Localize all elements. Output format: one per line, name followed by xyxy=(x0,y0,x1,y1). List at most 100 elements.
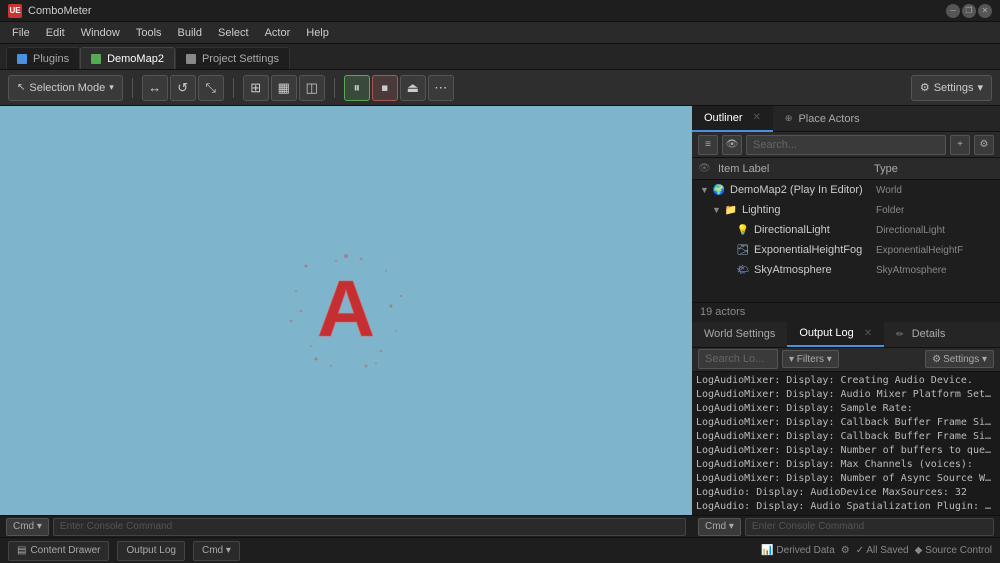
output-log-close-icon[interactable]: ✕ xyxy=(864,328,872,339)
outliner-filter-btn[interactable]: ≡ xyxy=(698,135,718,155)
log-line-2: LogAudioMixer: Display: Sample Rate: xyxy=(696,402,996,416)
menu-edit[interactable]: Edit xyxy=(40,25,71,41)
output-log-tab[interactable]: Output Log ✕ xyxy=(787,321,884,347)
right-panel: Outliner ✕ ⊕ Place Actors ≡ 👁 + ⚙ xyxy=(692,106,1000,537)
compile-icon: ⚙ xyxy=(841,545,850,556)
tree-arrow-1: ▼ xyxy=(712,205,724,215)
right-cmd-btn[interactable]: Cmd ▾ xyxy=(698,518,741,536)
tree-arrow-0: ▼ xyxy=(700,185,712,195)
lighting-type: Folder xyxy=(876,205,996,216)
outliner-eye-btn[interactable]: 👁 xyxy=(722,135,742,155)
derived-data-label: Derived Data xyxy=(776,545,834,556)
source-control-icon: ◆ xyxy=(915,545,923,556)
restore-button[interactable]: ❐ xyxy=(962,4,976,18)
svg-text:A: A xyxy=(317,264,375,353)
outliner-header: Outliner ✕ ⊕ Place Actors xyxy=(692,106,1000,132)
directionallight-icon: 💡 xyxy=(736,223,750,237)
selection-mode-btn[interactable]: ↖ Selection Mode ▾ xyxy=(8,75,123,101)
log-line-5: LogAudioMixer: Display: Number of buffer… xyxy=(696,444,996,458)
tree-item-lighting[interactable]: ▼ 📁 Lighting Folder xyxy=(692,200,1000,220)
tab-plugins[interactable]: Plugins xyxy=(6,47,80,69)
log-settings-btn[interactable]: ⚙ Settings ▾ xyxy=(925,350,994,368)
outliner-tab[interactable]: Outliner ✕ xyxy=(692,106,773,132)
rotate-btn[interactable]: ↺ xyxy=(170,75,196,101)
tree-item-directionallight[interactable]: 💡 DirectionalLight DirectionalLight xyxy=(692,220,1000,240)
gear-icon: ⚙ xyxy=(920,81,930,94)
compile-status: ⚙ xyxy=(841,545,850,556)
more-play-btn[interactable]: ⋯ xyxy=(428,75,454,101)
visibility-col-icon: 👁 xyxy=(698,163,714,174)
tab-demomap[interactable]: DemoMap2 xyxy=(80,47,175,69)
close-button[interactable]: ✕ xyxy=(978,4,992,18)
content-drawer-icon: ▤ xyxy=(17,545,26,556)
tab-project-settings[interactable]: Project Settings xyxy=(175,47,290,69)
snap-btn[interactable]: ⊞ xyxy=(243,75,269,101)
outliner-tab-label: Outliner xyxy=(704,112,743,124)
outliner-search[interactable] xyxy=(746,135,946,155)
menu-window[interactable]: Window xyxy=(75,25,126,41)
menu-help[interactable]: Help xyxy=(300,25,335,41)
pause-btn[interactable]: ⏸ xyxy=(344,75,370,101)
menu-select[interactable]: Select xyxy=(212,25,255,41)
outliner-settings-btn[interactable]: ⚙ xyxy=(974,135,994,155)
log-search[interactable] xyxy=(698,349,778,369)
sky-icon: 🌤 xyxy=(736,263,750,277)
fog-icon: 🌫 xyxy=(736,243,750,257)
tab-plugins-label: Plugins xyxy=(33,53,69,65)
world-type: World xyxy=(876,185,996,196)
world-icon: 🌍 xyxy=(712,183,726,197)
content-drawer-btn[interactable]: ▤ Content Drawer xyxy=(8,541,109,561)
label-col-header: Item Label xyxy=(714,163,874,175)
menu-tools[interactable]: Tools xyxy=(130,25,168,41)
place-actors-icon: ⊕ xyxy=(785,113,793,124)
details-tab[interactable]: ✏ Details xyxy=(884,321,957,347)
log-content: LogAudioMixer: Display: Creating Audio D… xyxy=(692,372,1000,516)
filters-btn[interactable]: ▾ Filters ▾ xyxy=(782,350,839,368)
world-settings-tab[interactable]: World Settings xyxy=(692,321,787,347)
toolbar: ↖ Selection Mode ▾ ↔ ↺ ⤡ ⊞ ▦ ◫ ⏸ ⏹ ⏏ ⋯ ⚙… xyxy=(0,70,1000,106)
demomap-tab-icon xyxy=(91,54,101,64)
place-actors-label: Place Actors xyxy=(798,113,859,125)
outliner-add-btn[interactable]: + xyxy=(950,135,970,155)
output-log-status-btn[interactable]: Output Log xyxy=(117,541,184,561)
tree-item-world[interactable]: ▼ 🌍 DemoMap2 (Play In Editor) World xyxy=(692,180,1000,200)
viewport[interactable]: A A xyxy=(0,106,692,515)
log-line-4: LogAudioMixer: Display: Callback Buffer … xyxy=(696,430,996,444)
console-input[interactable] xyxy=(53,518,686,536)
eject-btn[interactable]: ⏏ xyxy=(400,75,426,101)
right-console-input[interactable] xyxy=(745,518,994,536)
actors-count-label: 19 actors xyxy=(700,306,745,318)
derived-data-status[interactable]: 📊 Derived Data xyxy=(761,545,835,556)
menu-file[interactable]: File xyxy=(6,25,36,41)
selection-mode-label: Selection Mode xyxy=(29,82,105,94)
actors-count: 19 actors xyxy=(692,302,1000,322)
place-actors-tab[interactable]: ⊕ Place Actors xyxy=(773,106,872,132)
grid-btn[interactable]: ▦ xyxy=(271,75,297,101)
tree-item-fog[interactable]: 🌫 ExponentialHeightFog ExponentialHeight… xyxy=(692,240,1000,260)
cmd-status-btn[interactable]: Cmd ▾ xyxy=(193,541,240,561)
scale-btn[interactable]: ⤡ xyxy=(198,75,224,101)
sky-label: SkyAtmosphere xyxy=(754,264,876,276)
saved-status[interactable]: ✓ All Saved xyxy=(856,545,909,556)
world-label: DemoMap2 (Play In Editor) xyxy=(730,184,876,196)
stop-btn[interactable]: ⏹ xyxy=(372,75,398,101)
source-control-status[interactable]: ◆ Source Control xyxy=(915,545,992,556)
translate-btn[interactable]: ↔ xyxy=(142,75,168,101)
window-title: ComboMeter xyxy=(28,5,92,17)
minimize-button[interactable]: ─ xyxy=(946,4,960,18)
cmd-btn[interactable]: Cmd ▾ xyxy=(6,518,49,536)
details-icon: ✏ xyxy=(896,329,904,340)
toolbar-sep-3 xyxy=(334,78,335,98)
menu-actor[interactable]: Actor xyxy=(259,25,297,41)
surface-btn[interactable]: ◫ xyxy=(299,75,325,101)
tab-demomap-label: DemoMap2 xyxy=(107,53,164,65)
outliner-close-icon[interactable]: ✕ xyxy=(753,112,761,123)
settings-btn[interactable]: ⚙ Settings ▾ xyxy=(911,75,992,101)
tree-item-skyatmosphere[interactable]: 🌤 SkyAtmosphere SkyAtmosphere xyxy=(692,260,1000,280)
output-log-status-label: Output Log xyxy=(126,545,175,556)
directionallight-type: DirectionalLight xyxy=(876,225,996,236)
right-console-area: Cmd ▾ xyxy=(692,515,1000,537)
log-line-6: LogAudioMixer: Display: Max Channels (vo… xyxy=(696,458,996,472)
log-settings-label: Settings ▾ xyxy=(943,354,987,365)
menu-build[interactable]: Build xyxy=(172,25,208,41)
